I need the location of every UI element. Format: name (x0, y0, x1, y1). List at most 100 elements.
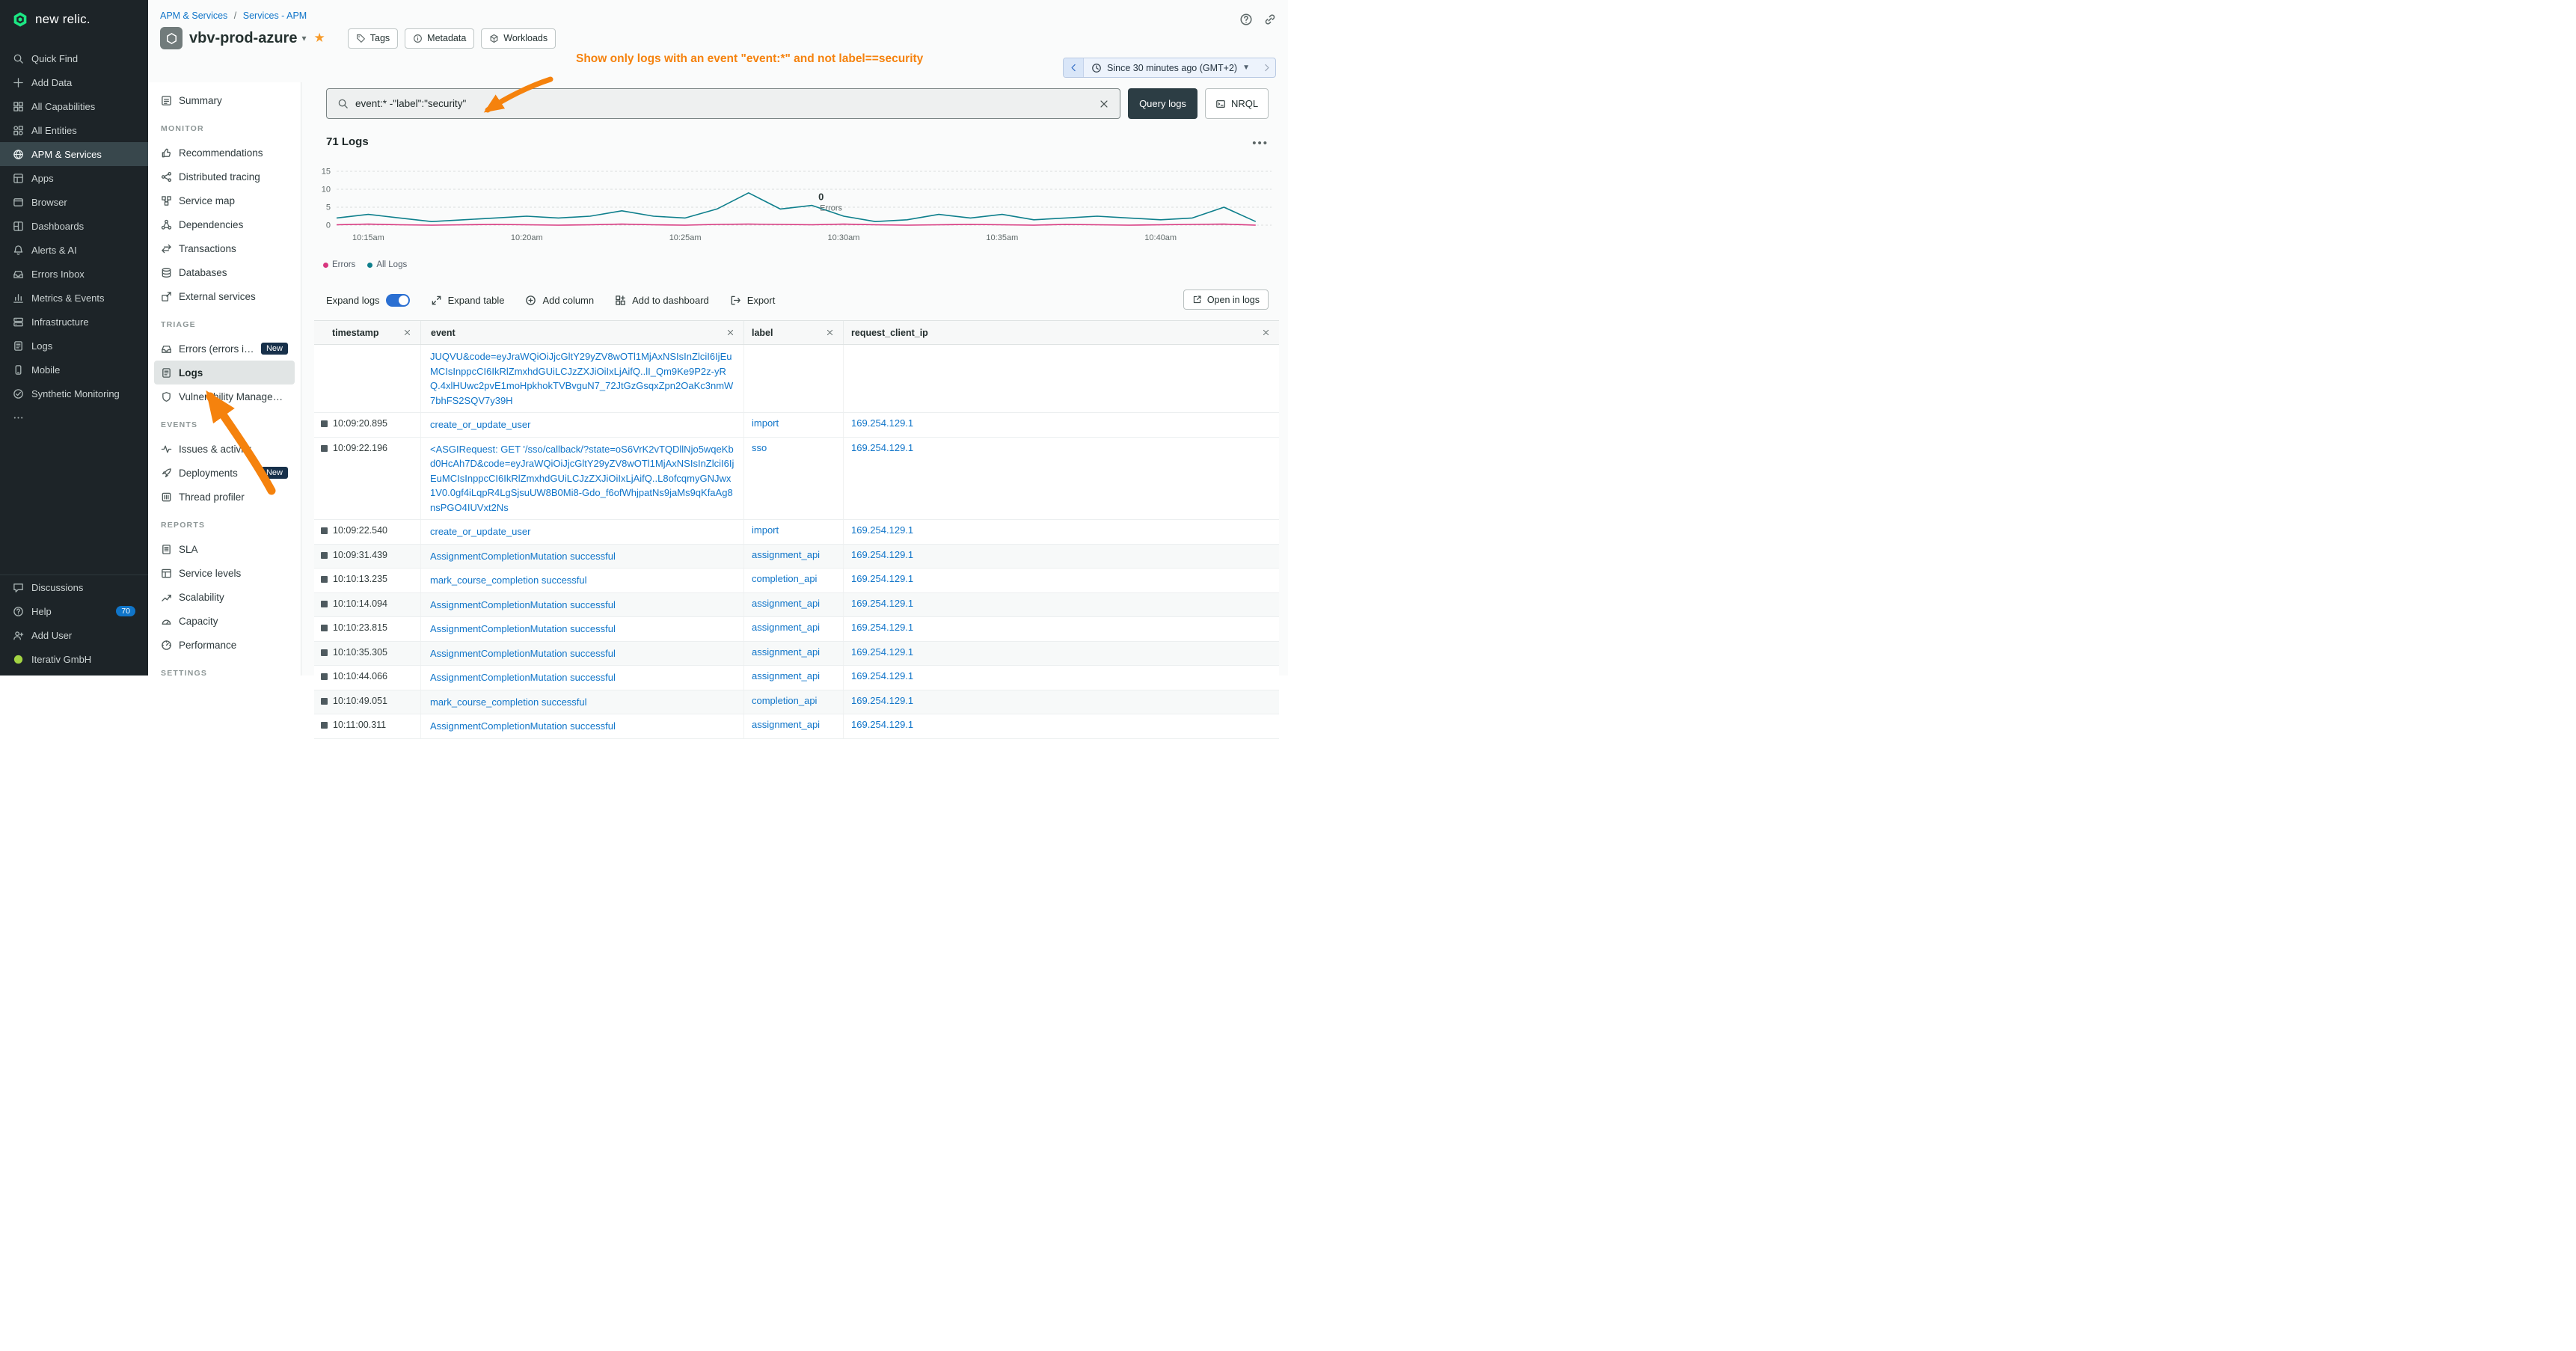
column-header-event[interactable]: event (421, 321, 744, 344)
table-row[interactable]: 10:10:14.094AssignmentCompletionMutation… (314, 593, 1279, 618)
sidebar-footer-add-user[interactable]: Add User (0, 623, 148, 647)
query-logs-button[interactable]: Query logs (1128, 88, 1197, 119)
row-checkbox[interactable] (321, 698, 328, 705)
favorite-star-icon[interactable]: ★ (314, 31, 325, 46)
breadcrumb-link-services-apm[interactable]: Services - APM (243, 10, 307, 21)
export-button[interactable]: Export (730, 295, 776, 306)
breadcrumb-link-apm-services[interactable]: APM & Services (160, 10, 227, 21)
clear-query-icon[interactable] (1099, 99, 1109, 109)
remove-column-icon[interactable] (826, 328, 834, 337)
event-link[interactable]: create_or_update_user (430, 419, 530, 430)
event-link[interactable]: AssignmentCompletionMutation successful (430, 720, 616, 732)
time-range-button[interactable]: Since 30 minutes ago (GMT+2) ▼ (1084, 63, 1257, 73)
subnav-item-external-services[interactable]: External services (154, 284, 295, 308)
help-circle-icon[interactable] (1239, 13, 1253, 26)
sidebar-item-add-data[interactable]: Add Data (0, 70, 148, 94)
add-to-dashboard-button[interactable]: Add to dashboard (615, 295, 709, 306)
table-row[interactable]: 10:10:23.815AssignmentCompletionMutation… (314, 617, 1279, 642)
event-link[interactable]: JUQVU&code=eyJraWQiOiJjcGltY29yZV8wOTl1M… (430, 351, 733, 406)
event-link[interactable]: AssignmentCompletionMutation successful (430, 599, 616, 610)
new-relic-logo[interactable]: new relic. (0, 0, 148, 39)
ip-link[interactable]: 169.254.129.1 (851, 646, 913, 658)
event-link[interactable]: mark_course_completion successful (430, 696, 587, 708)
panel-more-menu-icon[interactable]: ••• (1252, 137, 1269, 150)
subnav-item-recommendations[interactable]: Recommendations (154, 141, 295, 165)
sidebar-item-all-capabilities[interactable]: All Capabilities (0, 94, 148, 118)
column-header-label[interactable]: label (744, 321, 844, 344)
ip-link[interactable]: 169.254.129.1 (851, 695, 913, 706)
event-link[interactable]: AssignmentCompletionMutation successful (430, 623, 616, 634)
sidebar-item-metrics-events[interactable]: Metrics & Events (0, 286, 148, 310)
time-back-button[interactable] (1064, 58, 1084, 77)
permalink-icon[interactable] (1263, 13, 1277, 26)
remove-column-icon[interactable] (726, 328, 735, 337)
row-checkbox[interactable] (321, 445, 328, 452)
subnav-item-performance[interactable]: Performance (154, 633, 295, 657)
row-checkbox[interactable] (321, 649, 328, 656)
table-row[interactable]: 10:09:31.439AssignmentCompletionMutation… (314, 545, 1279, 569)
event-link[interactable]: AssignmentCompletionMutation successful (430, 672, 616, 683)
ip-link[interactable]: 169.254.129.1 (851, 442, 913, 453)
table-row[interactable]: 10:09:22.196<ASGIRequest: GET '/sso/call… (314, 438, 1279, 521)
open-in-logs-button[interactable]: Open in logs (1183, 290, 1269, 310)
table-row[interactable]: 10:09:20.895create_or_update_userimport1… (314, 413, 1279, 438)
sidebar-item-all-entities[interactable]: All Entities (0, 118, 148, 142)
row-checkbox[interactable] (321, 673, 328, 680)
metadata-button[interactable]: Metadata (405, 28, 474, 49)
ip-link[interactable]: 169.254.129.1 (851, 417, 913, 429)
label-link[interactable]: assignment_api (752, 598, 820, 609)
ip-link[interactable]: 169.254.129.1 (851, 573, 913, 584)
event-link[interactable]: <ASGIRequest: GET '/sso/callback/?state=… (430, 444, 734, 513)
subnav-item-capacity[interactable]: Capacity (154, 609, 295, 633)
column-header-request_client_ip[interactable]: request_client_ip (844, 321, 1279, 344)
label-link[interactable]: assignment_api (752, 622, 820, 633)
label-link[interactable]: import (752, 524, 779, 536)
ip-link[interactable]: 169.254.129.1 (851, 598, 913, 609)
subnav-item-sla[interactable]: SLA (154, 537, 295, 561)
row-checkbox[interactable] (321, 625, 328, 631)
subnav-item-databases[interactable]: Databases (154, 260, 295, 284)
event-link[interactable]: AssignmentCompletionMutation successful (430, 551, 616, 562)
sidebar-item-infrastructure[interactable]: Infrastructure (0, 310, 148, 334)
subnav-item-errors-errors-inb[interactable]: Errors (errors inb...New (154, 337, 295, 361)
event-link[interactable]: AssignmentCompletionMutation successful (430, 648, 616, 659)
row-checkbox[interactable] (321, 576, 328, 583)
table-row[interactable]: 10:11:00.311AssignmentCompletionMutation… (314, 714, 1279, 739)
subnav-item-thread-profiler[interactable]: Thread profiler (154, 485, 295, 509)
sidebar-item-quick-find[interactable]: Quick Find (0, 46, 148, 70)
table-row[interactable]: 10:10:13.235mark_course_completion succe… (314, 569, 1279, 593)
ip-link[interactable]: 169.254.129.1 (851, 719, 913, 730)
subnav-item-logs[interactable]: Logs (154, 361, 295, 385)
subnav-item-dependencies[interactable]: Dependencies (154, 212, 295, 236)
sidebar-footer-iterativ-gmbh[interactable]: Iterativ GmbH (0, 647, 148, 671)
subnav-item-vulnerability-management[interactable]: Vulnerability Management (154, 385, 295, 408)
add-column-button[interactable]: Add column (525, 295, 594, 306)
label-link[interactable]: assignment_api (752, 670, 820, 681)
row-checkbox[interactable] (321, 420, 328, 427)
table-row[interactable]: 10:09:22.540create_or_update_userimport1… (314, 520, 1279, 545)
ip-link[interactable]: 169.254.129.1 (851, 524, 913, 536)
table-row[interactable]: 10:10:49.051mark_course_completion succe… (314, 690, 1279, 715)
expand-table-button[interactable]: Expand table (431, 295, 505, 306)
row-checkbox[interactable] (321, 527, 328, 534)
event-link[interactable]: mark_course_completion successful (430, 575, 587, 586)
subnav-item-distributed-tracing[interactable]: Distributed tracing (154, 165, 295, 189)
remove-column-icon[interactable] (1262, 328, 1270, 337)
sidebar-item-more[interactable] (0, 405, 148, 429)
ip-link[interactable]: 169.254.129.1 (851, 622, 913, 633)
row-checkbox[interactable] (321, 601, 328, 607)
subnav-item-transactions[interactable]: Transactions (154, 236, 295, 260)
subnav-item-scalability[interactable]: Scalability (154, 585, 295, 609)
sidebar-item-logs[interactable]: Logs (0, 334, 148, 358)
ip-link[interactable]: 169.254.129.1 (851, 670, 913, 681)
row-checkbox[interactable] (321, 552, 328, 559)
remove-column-icon[interactable] (403, 328, 411, 337)
subnav-item-summary[interactable]: Summary (154, 88, 295, 112)
label-link[interactable]: assignment_api (752, 719, 820, 730)
label-link[interactable]: completion_api (752, 573, 817, 584)
sidebar-footer-help[interactable]: Help70 (0, 599, 148, 623)
subnav-item-deployments[interactable]: DeploymentsNew (154, 461, 295, 485)
entity-switcher-caret-icon[interactable]: ▾ (301, 33, 306, 43)
tags-button[interactable]: Tags (348, 28, 398, 49)
time-forward-button[interactable] (1257, 58, 1275, 77)
